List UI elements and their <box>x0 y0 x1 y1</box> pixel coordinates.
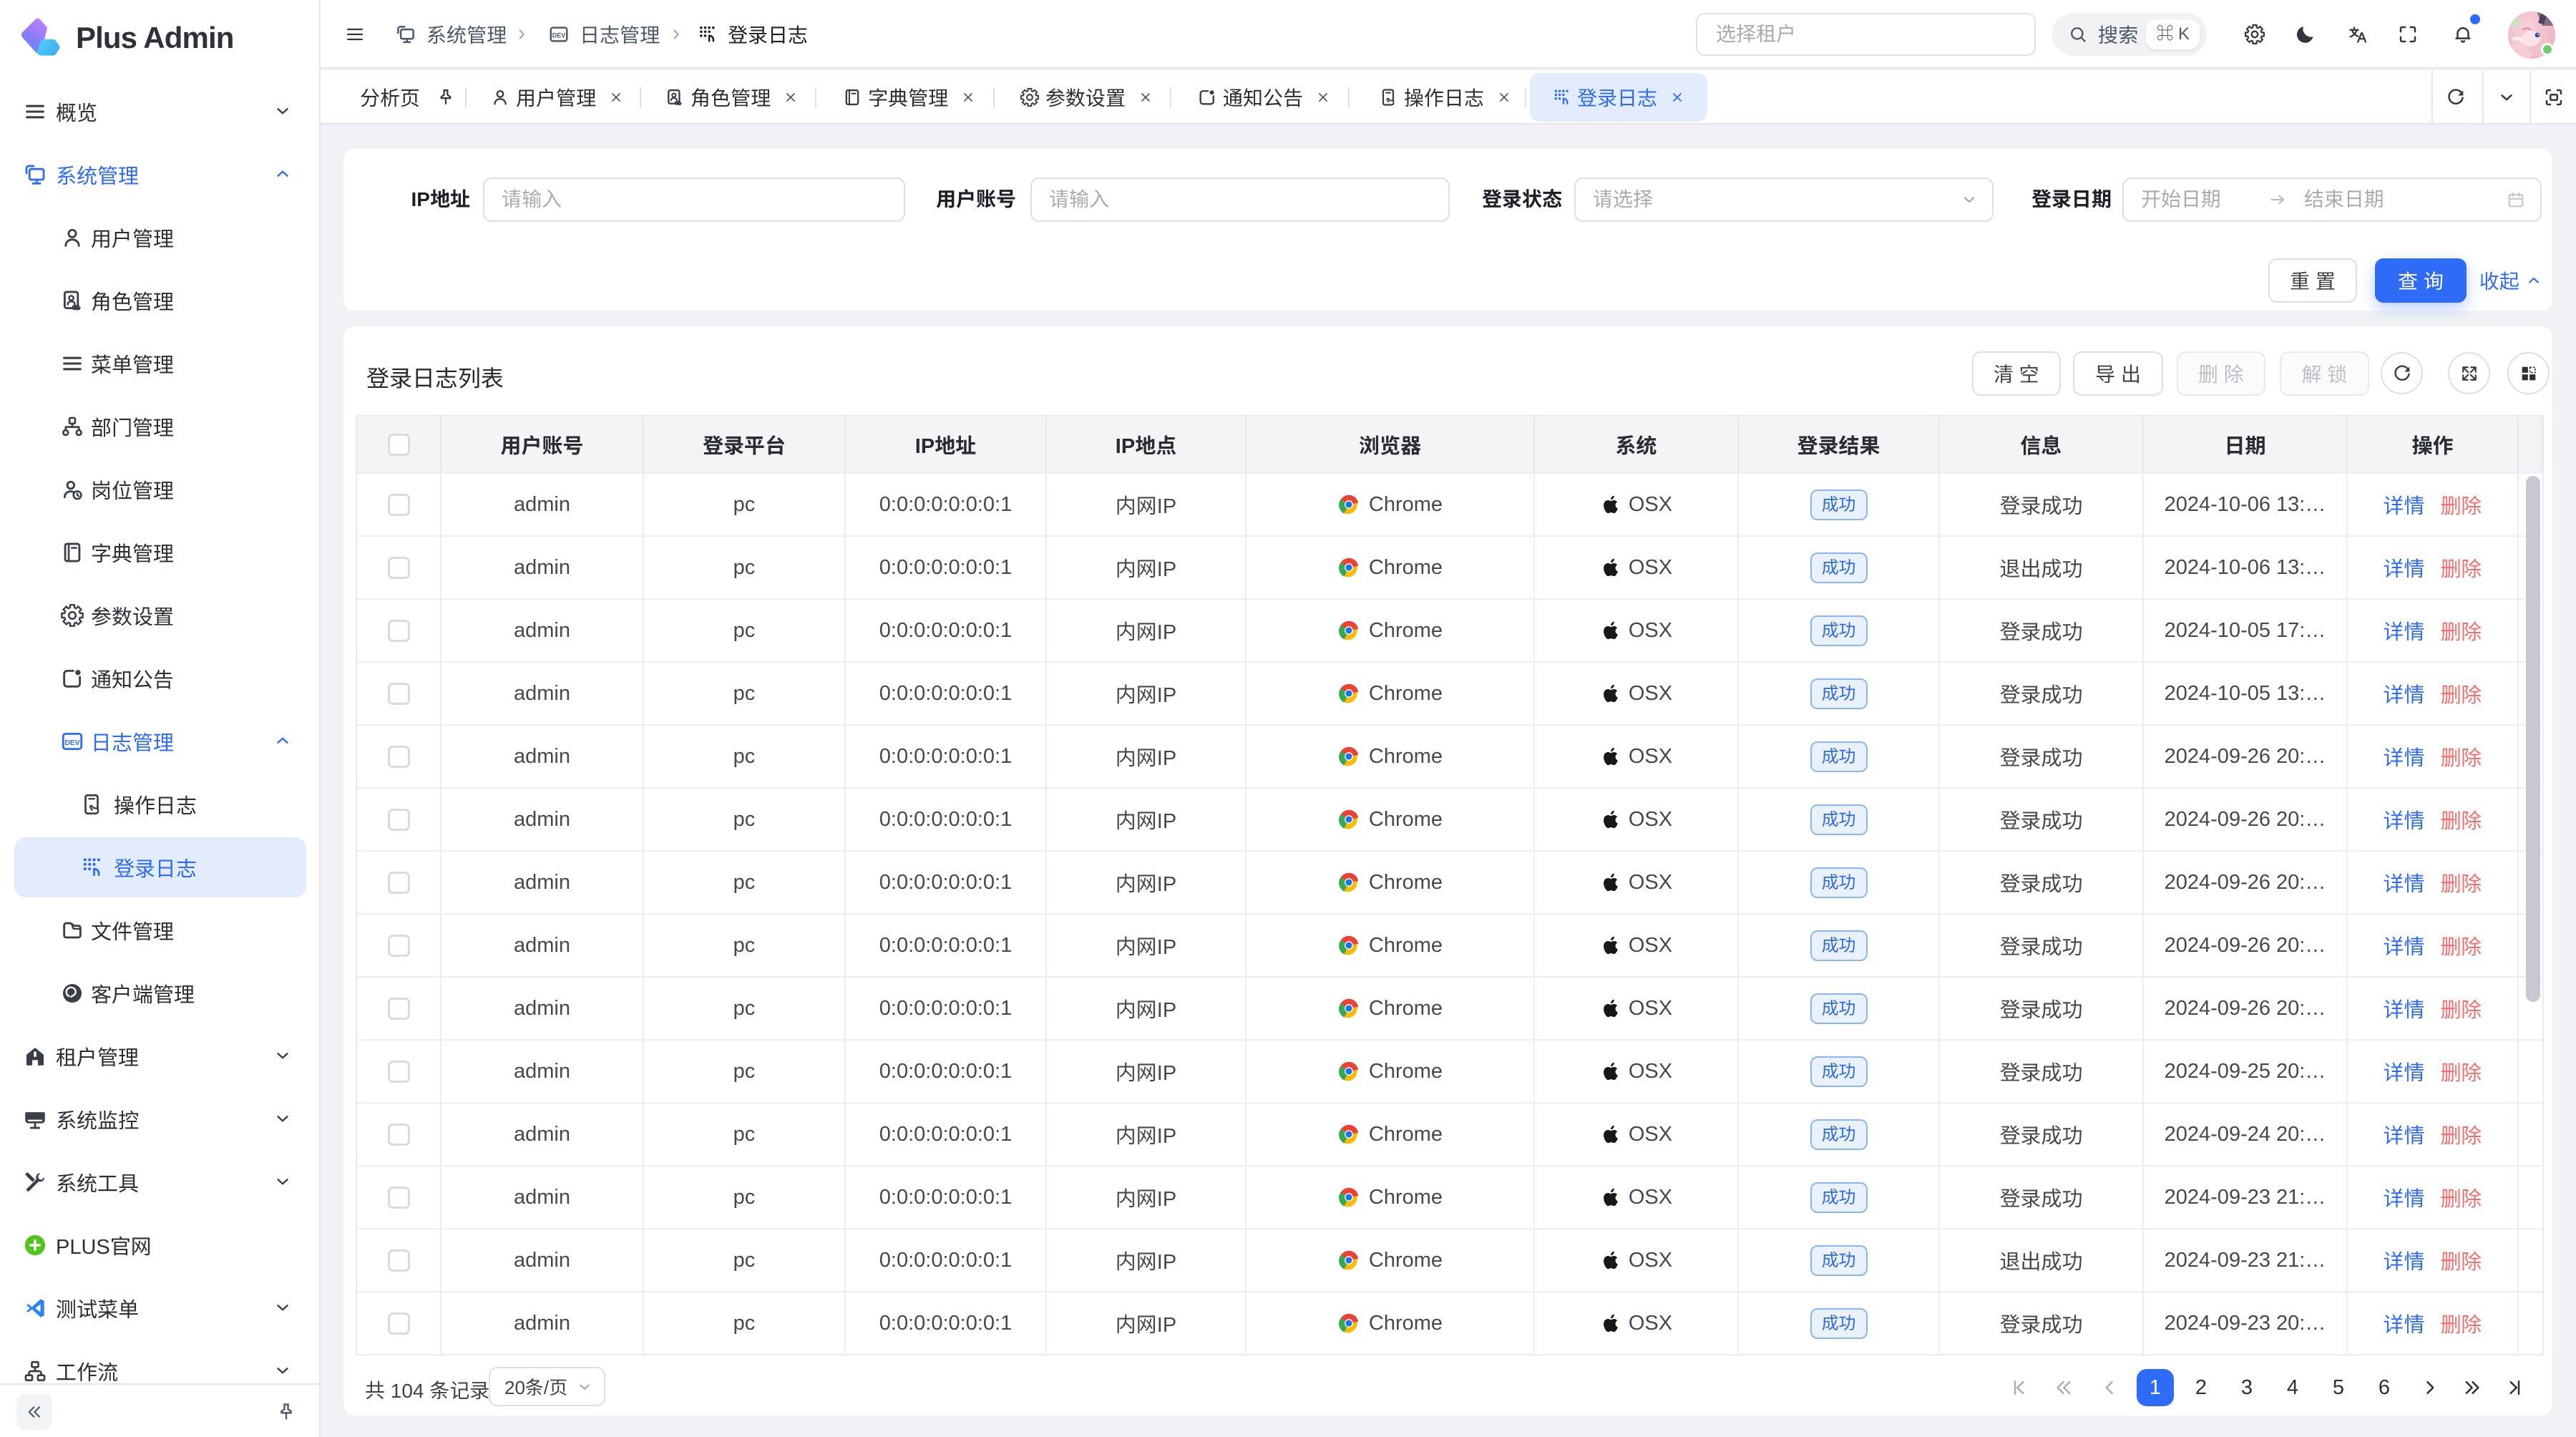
svg-text:DEV: DEV <box>65 739 80 747</box>
svg-text:DEV: DEV <box>552 31 566 39</box>
